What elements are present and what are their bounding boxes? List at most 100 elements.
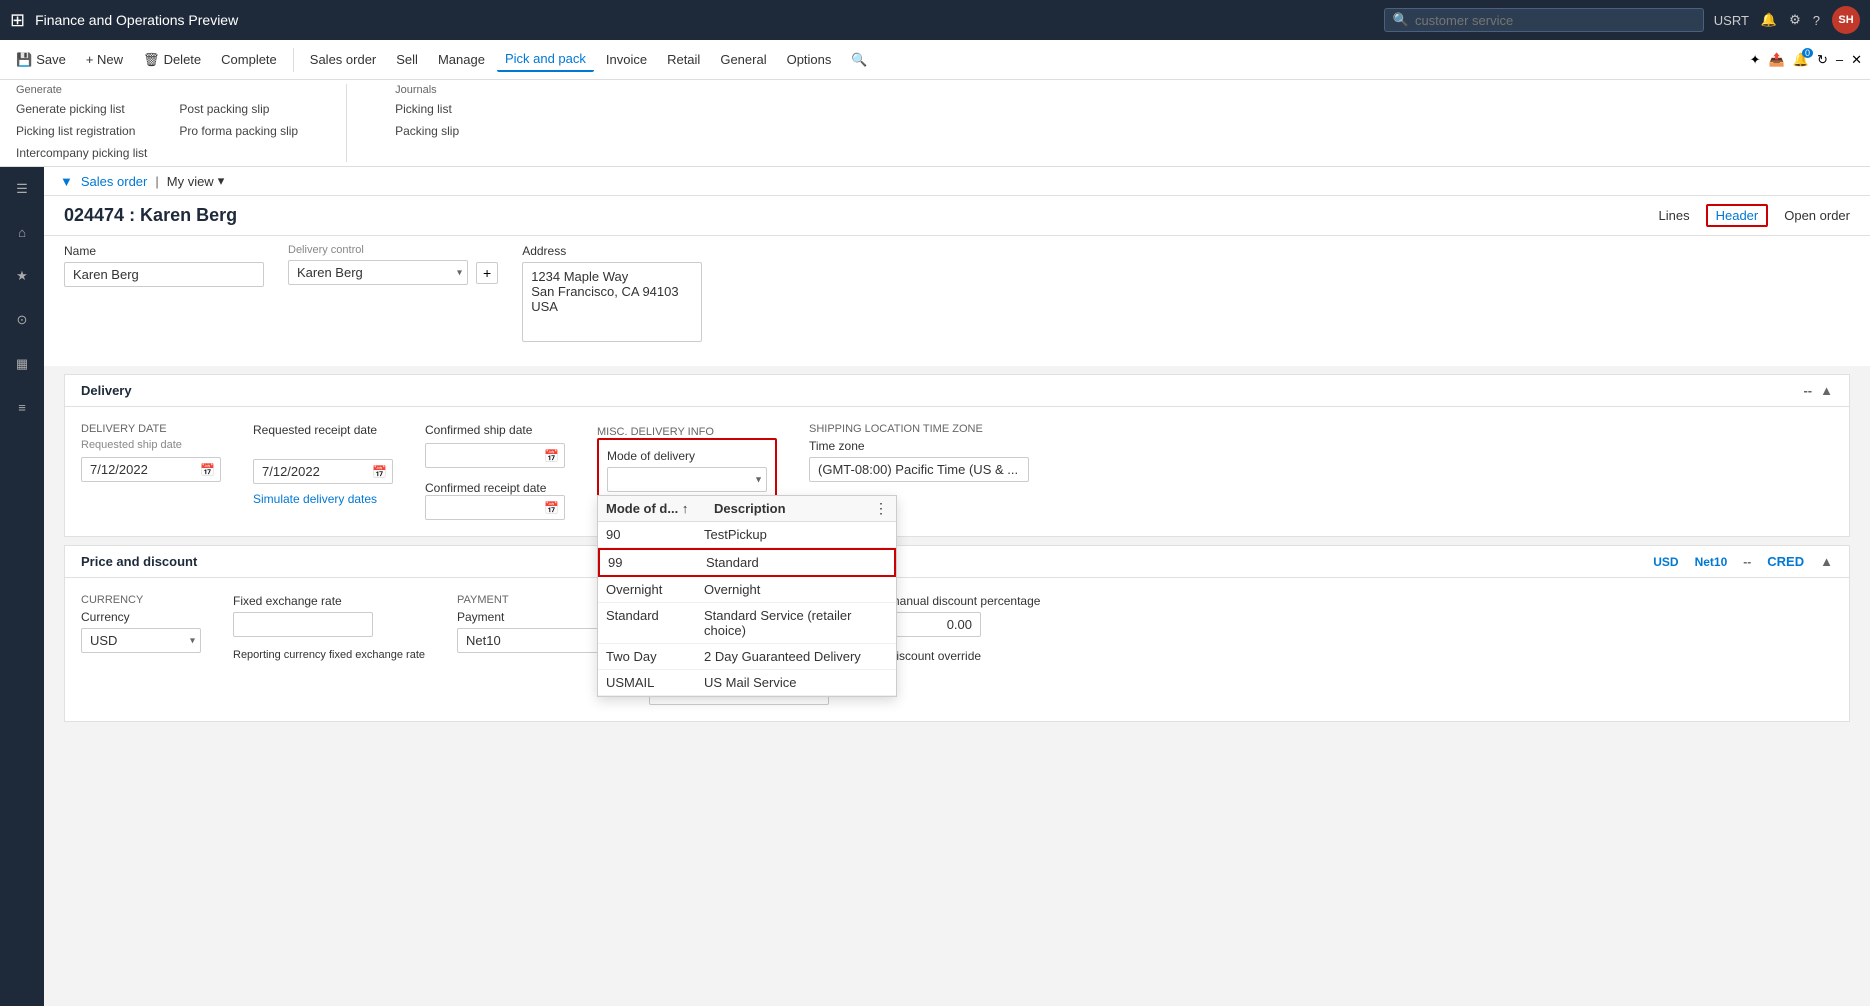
fixed-rate-group: Fixed exchange rate Reporting currency f…: [233, 594, 425, 705]
new-button[interactable]: + New: [78, 48, 131, 71]
manage-button[interactable]: Manage: [430, 48, 493, 71]
payment-select[interactable]: Net10: [457, 628, 617, 653]
main-content: ▼ Sales order | My view ▾ 024474 : Karen…: [44, 167, 1870, 1006]
search-box[interactable]: 🔍: [1384, 8, 1704, 32]
close-icon[interactable]: ✕: [1851, 52, 1862, 68]
ribbon-item-picking-reg[interactable]: Picking list registration: [16, 122, 147, 140]
time-zone-input[interactable]: [809, 457, 1029, 482]
journals-title: Journals: [395, 84, 459, 96]
requested-ship-date-wrapper: 📅: [81, 457, 221, 482]
save-button[interactable]: 💾 Save: [8, 48, 74, 72]
delivery-header: Delivery -- ▲: [65, 375, 1849, 407]
personalize-icon[interactable]: ✦: [1750, 52, 1761, 68]
sell-button[interactable]: Sell: [388, 48, 426, 71]
dropdown-item-99[interactable]: 99 Standard: [598, 548, 896, 577]
help-icon[interactable]: ?: [1813, 13, 1820, 28]
refresh-icon[interactable]: ↻: [1817, 52, 1828, 68]
mode-of-delivery-input[interactable]: [607, 467, 767, 492]
ribbon-item-proforma[interactable]: Pro forma packing slip: [179, 122, 298, 140]
ribbon-item-packing-slip[interactable]: Packing slip: [395, 122, 459, 140]
receipt-label: Requested receipt date: [253, 423, 393, 437]
cred-badge: CRED: [1767, 554, 1804, 569]
fixed-rate-label: Fixed exchange rate: [233, 594, 425, 608]
price-header: Price and discount USD Net10 -- CRED ▲: [65, 546, 1849, 578]
minimize-icon[interactable]: –: [1836, 52, 1843, 67]
invoice-button[interactable]: Invoice: [598, 48, 655, 71]
sidebar-hamburger[interactable]: ☰: [10, 175, 34, 203]
dropdown-item-usmail[interactable]: USMAIL US Mail Service: [598, 670, 896, 696]
settings-icon[interactable]: ⚙: [1789, 12, 1801, 28]
dropdown-item-standard[interactable]: Standard Standard Service (retailer choi…: [598, 603, 896, 644]
header-button[interactable]: Header: [1706, 204, 1769, 227]
confirmed-receipt-label: Confirmed receipt date: [425, 481, 546, 495]
sales-order-button[interactable]: Sales order: [302, 48, 384, 71]
notification-badge[interactable]: 🔔0: [1793, 52, 1809, 68]
misc-delivery-group: MISC. DELIVERY INFO Mode of delivery ▾: [597, 423, 777, 520]
misc-box: Mode of delivery ▾: [597, 438, 777, 502]
currency-group: CURRENCY Currency USD: [81, 594, 201, 705]
fixed-rate-input[interactable]: [233, 612, 373, 637]
sidebar-favorites[interactable]: ★: [10, 262, 34, 290]
dash-badge: --: [1743, 555, 1751, 569]
pick-and-pack-button[interactable]: Pick and pack: [497, 47, 594, 72]
ribbon-item-post-packing[interactable]: Post packing slip: [179, 100, 298, 118]
ribbon-item-generate-picking[interactable]: Generate picking list: [16, 100, 147, 118]
general-button[interactable]: General: [712, 48, 774, 71]
dropdown-item-twoday[interactable]: Two Day 2 Day Guaranteed Delivery: [598, 644, 896, 670]
generate-items: Generate picking list Picking list regis…: [16, 100, 298, 162]
notification-icon[interactable]: 🔔: [1761, 12, 1777, 28]
dropdown-item-90[interactable]: 90 TestPickup: [598, 522, 896, 548]
dropdown-item-overnight[interactable]: Overnight Overnight: [598, 577, 896, 603]
open-order-button[interactable]: Open order: [1784, 208, 1850, 223]
currency-field-label: Currency: [81, 610, 201, 624]
view-label: My view: [167, 174, 214, 189]
reporting-rate-label: Reporting currency fixed exchange rate: [233, 649, 425, 661]
mode-of-delivery-wrapper: ▾: [607, 467, 767, 492]
address-group: Address 1234 Maple Way San Francisco, CA…: [522, 244, 702, 342]
complete-button[interactable]: Complete: [213, 48, 285, 71]
requested-ship-date-input[interactable]: [81, 457, 221, 482]
payment-label: PAYMENT: [457, 594, 617, 606]
delivery-collapse-icon[interactable]: ▲: [1820, 383, 1833, 398]
item-desc-twoday: 2 Day Guaranteed Delivery: [704, 649, 888, 664]
confirmed-ship-input[interactable]: [425, 443, 565, 468]
delivery-section: Delivery -- ▲ DELIVERY DATE Requested sh…: [64, 374, 1850, 537]
filter-icon[interactable]: ▼: [60, 174, 73, 189]
sidebar-modules[interactable]: ≡: [12, 394, 32, 421]
search-input[interactable]: [1415, 13, 1695, 28]
confirmed-receipt-input[interactable]: [425, 495, 565, 520]
toolbar-search-button[interactable]: 🔍: [843, 48, 875, 72]
retail-button[interactable]: Retail: [659, 48, 708, 71]
delivery-date-group: DELIVERY DATE Requested ship date 📅: [81, 423, 221, 520]
grid-icon[interactable]: ⊞: [10, 10, 25, 31]
page-header: 024474 : Karen Berg Lines Header Open or…: [44, 196, 1870, 236]
requested-ship-label: Requested ship date: [81, 439, 221, 451]
dropdown-menu-icon[interactable]: ⋮: [874, 500, 888, 517]
ribbon-item-intercompany[interactable]: Intercompany picking list: [16, 144, 147, 162]
price-body: CURRENCY Currency USD Fixed exchange rat…: [65, 578, 1849, 721]
name-input[interactable]: [64, 262, 264, 287]
currency-select[interactable]: USD: [81, 628, 201, 653]
price-collapse-icon[interactable]: ▲: [1820, 554, 1833, 569]
view-selector[interactable]: My view ▾: [167, 173, 224, 189]
send-icon[interactable]: 📤: [1769, 52, 1785, 68]
ribbon-item-picking-list[interactable]: Picking list: [395, 100, 459, 118]
add-delivery-button[interactable]: +: [476, 262, 498, 284]
payment-group: PAYMENT Payment Net10: [457, 594, 617, 705]
simulate-link[interactable]: Simulate delivery dates: [253, 492, 393, 506]
generate-group: Generate Generate picking list Picking l…: [16, 84, 298, 162]
address-textarea[interactable]: 1234 Maple Way San Francisco, CA 94103 U…: [522, 262, 702, 342]
delivery-collapse-dash[interactable]: --: [1803, 383, 1812, 398]
item-desc-90: TestPickup: [704, 527, 888, 542]
price-fields: CURRENCY Currency USD Fixed exchange rat…: [81, 594, 1833, 705]
sidebar-recent[interactable]: ⊙: [11, 306, 34, 334]
breadcrumb-sales-order[interactable]: Sales order: [81, 174, 147, 189]
sidebar-home[interactable]: ⌂: [12, 219, 32, 246]
delete-button[interactable]: 🗑 Delete: [135, 48, 209, 72]
delivery-control-select[interactable]: Karen Berg: [288, 260, 468, 285]
sidebar-workspaces[interactable]: ▦: [10, 350, 34, 378]
options-button[interactable]: Options: [779, 48, 840, 71]
receipt-date-input[interactable]: [253, 459, 393, 484]
delivery-date-label: DELIVERY DATE: [81, 423, 221, 435]
lines-button[interactable]: Lines: [1659, 208, 1690, 223]
